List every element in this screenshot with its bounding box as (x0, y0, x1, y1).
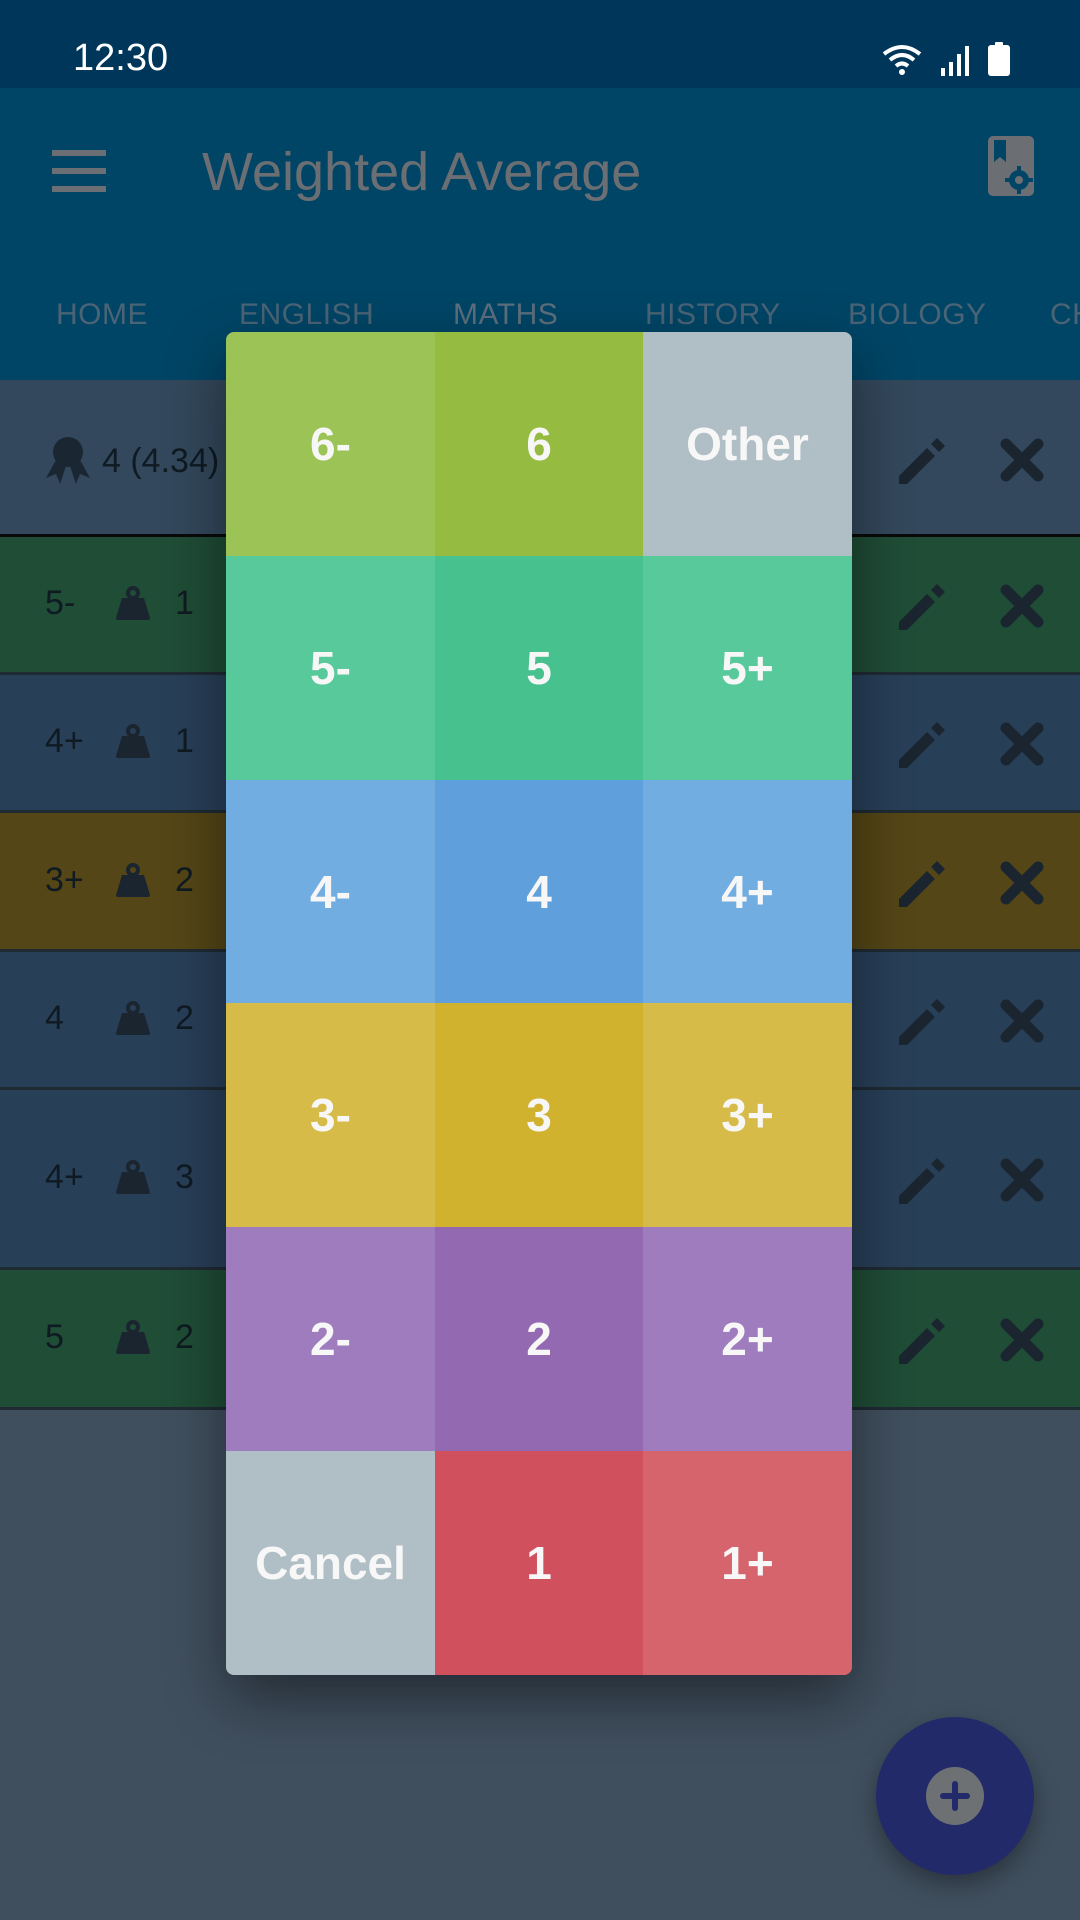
cancel-button[interactable]: Cancel (226, 1451, 435, 1675)
other-grade-button[interactable]: Other (643, 332, 852, 556)
grade-option-5-minus[interactable]: 5- (226, 555, 435, 780)
grade-option-4[interactable]: 4 (435, 779, 643, 1004)
screen: 12:30 Weighted Average HOME ENGLISH MATH… (0, 0, 1080, 1920)
grade-option-5-plus[interactable]: 5+ (643, 555, 852, 780)
grade-option-6-minus[interactable]: 6- (226, 332, 435, 556)
grade-option-3-plus[interactable]: 3+ (643, 1003, 852, 1228)
grade-option-2-plus[interactable]: 2+ (643, 1227, 852, 1452)
grade-option-2-minus[interactable]: 2- (226, 1227, 435, 1452)
add-icon (926, 1767, 984, 1825)
grade-option-4-plus[interactable]: 4+ (643, 779, 852, 1004)
grade-option-5[interactable]: 5 (435, 555, 643, 780)
grade-picker-dialog: 6- 6 Other 5- 5 5+ 4- 4 4+ 3- 3 3+ 2- 2 2+ Cancel 1 1+ (226, 332, 852, 1675)
grade-option-3[interactable]: 3 (435, 1003, 643, 1228)
grade-option-4-minus[interactable]: 4- (226, 779, 435, 1004)
grade-option-2[interactable]: 2 (435, 1227, 643, 1452)
grade-option-1[interactable]: 1 (435, 1451, 643, 1675)
grade-option-3-minus[interactable]: 3- (226, 1003, 435, 1228)
grade-option-1-plus[interactable]: 1+ (643, 1451, 852, 1675)
grade-option-6[interactable]: 6 (435, 332, 643, 556)
add-grade-button[interactable] (876, 1717, 1034, 1875)
